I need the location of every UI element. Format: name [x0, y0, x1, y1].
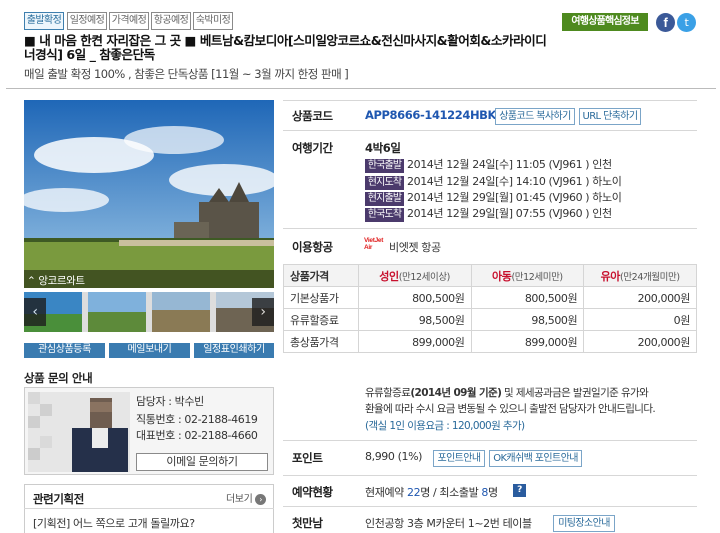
- schedule-row-kr-depart: 한국출발 2014년 12월 24일[수] 11:05 (VJ961 ) 인천: [365, 158, 612, 173]
- status-tag-schedule: 일정예정: [67, 12, 107, 30]
- manager-photo: [28, 392, 130, 472]
- manager-name: 담당자 : 박수빈: [136, 395, 204, 408]
- airline-name: 비엣젯 항공: [389, 241, 441, 254]
- badge-local-depart: 현지출발: [365, 192, 404, 206]
- status-tag-price: 가격예정: [109, 12, 149, 30]
- schedule-row-local-depart: 현지출발 2014년 12월 29일[월] 01:45 (VJ960 ) 하노이: [365, 191, 622, 206]
- send-mail-button[interactable]: 메일보내기: [109, 343, 190, 358]
- more-link[interactable]: 더보기 ›: [226, 490, 267, 505]
- price-row-total: 총상품가격 899,000원 899,000원 200,000원: [283, 330, 697, 353]
- facebook-icon[interactable]: f: [656, 13, 675, 32]
- price-row-fuel: 유류할증료 98,500원 98,500원 0원: [283, 308, 697, 331]
- vietjet-logo-icon: VietJet Air: [364, 237, 384, 251]
- points-value: 8,990 (1%): [365, 450, 423, 463]
- airline-label: 이용항공: [292, 240, 333, 254]
- product-code-value: APP8666-141224HBK: [365, 108, 497, 122]
- related-item-link[interactable]: [기획전] 어느 쪽으로 고개 돌릴까요?: [33, 515, 195, 531]
- price-header-label: 상품가격: [283, 264, 359, 287]
- price-note-line1: 유류할증료(2014년 09월 기준) 및 제세공과금은 발권일기준 유가와: [365, 387, 649, 399]
- status-tag-departure-confirmed: 출발확정: [24, 12, 64, 30]
- product-key-info-button[interactable]: 여행상품핵심정보: [562, 13, 648, 31]
- print-itinerary-button[interactable]: 일정표인쇄하기: [194, 343, 274, 358]
- ok-cashbag-button[interactable]: OK캐쉬백 포인트안내: [489, 450, 582, 467]
- price-table: 상품가격 성인(만12세이상) 아동(만12세미만) 유아(만24개월미만) 기…: [283, 264, 697, 353]
- meeting-place: 인천공항 3층 M카운터 1~2번 테이블: [365, 517, 532, 530]
- status-tag-flight: 항공예정: [151, 12, 191, 30]
- product-code-label: 상품코드: [292, 109, 333, 123]
- price-header-child: 아동(만12세미만): [470, 264, 585, 287]
- chevron-right-icon: ›: [255, 494, 267, 505]
- product-subtitle: 매일 출발 확정 100% , 참좋은 단독상품 [11월 ~ 3월 까지 한정…: [24, 67, 349, 81]
- price-header-infant: 유아(만24개월미만): [583, 264, 697, 287]
- period-label: 여행기간: [292, 141, 333, 155]
- reservation-label: 예약현황: [292, 485, 333, 499]
- price-note-line2: 환율에 따라 수시 요금 변동될 수 있으니 출발전 담당자가 안내드립니다.: [365, 403, 656, 415]
- wishlist-button[interactable]: 관심상품등록: [24, 343, 105, 358]
- points-label: 포인트: [292, 451, 323, 465]
- thumbnail-3[interactable]: [152, 292, 210, 332]
- price-header-adult: 성인(만12세이상): [357, 264, 472, 287]
- product-title: ■ 내 마음 한켠 자리잡은 그 곳 ■ 베트남&캄보디아[스미일앙코르쇼&전신…: [24, 34, 547, 48]
- period-duration: 4박6일: [365, 141, 401, 155]
- points-info-button[interactable]: 포인트안내: [433, 450, 485, 467]
- thumbnail-2[interactable]: [88, 292, 146, 332]
- related-title: 관련기획전: [33, 492, 84, 506]
- reservation-status: 현재예약 22명 / 최소출발 8명: [365, 486, 498, 499]
- main-photo[interactable]: [24, 100, 274, 288]
- main-phone: 대표번호 : 02-2188-4660: [136, 429, 258, 442]
- next-thumbnail-icon[interactable]: ›: [252, 298, 274, 326]
- shorten-url-button[interactable]: URL 단축하기: [579, 108, 641, 125]
- schedule-row-kr-arrive: 한국도착 2014년 12월 29일[월] 07:55 (VJ960 ) 인천: [365, 207, 612, 222]
- badge-kr-arrive: 한국도착: [365, 208, 404, 222]
- email-inquiry-button[interactable]: 이메일 문의하기: [136, 453, 268, 471]
- help-icon[interactable]: ?: [513, 484, 526, 497]
- meeting-place-button[interactable]: 미팅장소안내: [553, 515, 615, 532]
- twitter-icon[interactable]: t: [677, 13, 696, 32]
- badge-local-arrive: 현지도착: [365, 176, 404, 190]
- copy-code-button[interactable]: 상품코드 복사하기: [495, 108, 575, 125]
- meeting-label: 첫만남: [292, 516, 323, 530]
- prev-thumbnail-icon[interactable]: ‹: [24, 298, 46, 326]
- product-title-line2: 너경식] 6일 _ 참좋은단독: [24, 47, 155, 62]
- photo-caption: ⌃ 앙코르와트: [27, 275, 85, 287]
- schedule-row-local-arrive: 현지도착 2014년 12월 24일[수] 14:10 (VJ961 ) 하노이: [365, 175, 622, 190]
- direct-phone: 직통번호 : 02-2188-4619: [136, 413, 258, 426]
- price-note-line3: (객실 1인 이용요금 : 120,000원 추가): [365, 420, 525, 432]
- contact-title: 상품 문의 안내: [24, 371, 93, 385]
- status-tag-lodging: 숙박미정: [193, 12, 233, 30]
- badge-kr-depart: 한국출발: [365, 159, 404, 173]
- price-row-base: 기본상품가 800,500원 800,500원 200,000원: [283, 286, 697, 309]
